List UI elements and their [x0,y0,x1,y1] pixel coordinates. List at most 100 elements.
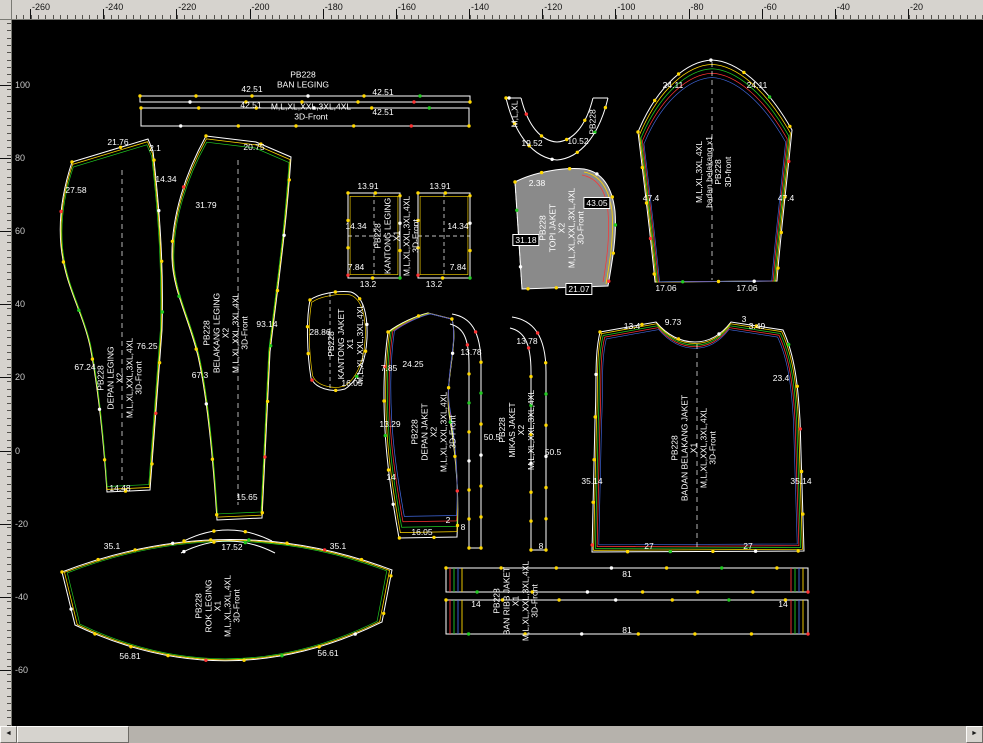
piece-ban-ribb-jaket[interactable] [446,568,808,634]
ruler-tick [7,644,11,645]
ruler-tick [7,235,11,236]
ruler-tick [565,15,566,19]
piece-belakang-leging[interactable] [172,136,291,520]
ruler-tick [155,15,156,19]
ruler-tick [821,15,822,19]
ruler-tick [7,403,11,404]
ruler-tick [938,15,939,19]
ruler-tick [309,15,310,19]
piece-front-facing[interactable] [450,314,481,548]
ruler-tick [7,228,11,229]
ruler-tick [7,242,11,243]
ruler-tick [7,308,11,309]
ruler-tick [638,15,639,19]
ruler-tick [82,15,83,19]
horizontal-scrollbar[interactable]: ◄ ► [0,726,983,743]
ruler-tick [433,15,434,19]
ruler-tick [7,469,11,470]
ruler-tick [7,352,11,353]
ruler-tick [30,9,31,19]
ruler-tick [7,294,11,295]
ruler-label: -260 [32,2,50,12]
ruler-tick [345,15,346,19]
ruler-tick [111,15,112,19]
scroll-right-button[interactable]: ► [966,726,983,743]
ruler-tick [7,264,11,265]
piece-collar[interactable] [506,98,608,160]
ruler-tick [704,15,705,19]
ruler-tick [7,593,11,594]
ruler-tick [7,213,11,214]
ruler-tick [7,286,11,287]
ruler-tick [484,15,485,19]
ruler-tick [7,38,11,39]
ruler-tick [7,250,11,251]
piece-badan-belakang-jaket[interactable] [592,322,804,552]
ruler-tick [594,15,595,19]
ruler-tick [60,15,61,19]
ruler-tick [7,703,11,704]
ruler-label: -40 [837,2,850,12]
ruler-tick [7,498,11,499]
ruler-tick [7,198,11,199]
ruler-tick [631,15,632,19]
ruler-tick [828,15,829,19]
ruler-tick [7,140,11,141]
piece-depan-leging[interactable] [60,139,162,492]
ruler-tick [75,15,76,19]
ruler-tick [514,15,515,19]
ruler-tick [0,670,11,671]
ruler-tick [7,630,11,631]
ruler-tick [542,9,543,19]
ruler-tick [733,15,734,19]
piece-mikas-jaket[interactable] [510,317,546,550]
ruler-tick [7,557,11,558]
ruler-tick [953,15,954,19]
ruler-tick [126,15,127,19]
ruler-tick [7,323,11,324]
ruler-tick [7,111,11,112]
piece-depan-jaket[interactable] [384,313,458,538]
ruler-tick [558,15,559,19]
piece-topi-jaket[interactable] [515,169,615,289]
ruler-tick [536,15,537,19]
piece-rok-leging[interactable] [62,530,392,661]
ruler-tick [7,257,11,258]
ruler-tick [53,15,54,19]
ruler-tick [7,279,11,280]
ruler-tick [521,15,522,19]
ruler-tick [301,15,302,19]
ruler-tick [7,96,11,97]
ruler-tick [7,337,11,338]
scroll-left-button[interactable]: ◄ [0,726,17,743]
scrollbar-thumb[interactable] [17,726,129,743]
ruler-tick [7,345,11,346]
ruler-tick [7,191,11,192]
ruler-tick [7,82,11,83]
ruler-tick [7,652,11,653]
ruler-tick [7,710,11,711]
ruler-tick [579,15,580,19]
ruler-label: -240 [105,2,123,12]
ruler-tick [214,15,215,19]
scroll-left-icon: ◄ [5,730,12,737]
ruler-tick [675,15,676,19]
ruler-tick [7,162,11,163]
ruler-tick [7,674,11,675]
ruler-tick [697,15,698,19]
ruler-tick [7,89,11,90]
ruler-tick [550,15,551,19]
ruler-tick [0,158,11,159]
pattern-canvas[interactable] [0,0,983,743]
piece-lengan[interactable] [638,60,792,282]
piece-kantong-leging[interactable] [348,193,470,278]
ruler-tick [97,15,98,19]
ruler-tick [7,608,11,609]
scroll-right-icon: ► [971,730,978,737]
ruler-tick [7,564,11,565]
ruler-tick [418,15,419,19]
pattern-cad-window: 100806040200-20-40-6042.5142.5142.5142.5… [0,0,983,743]
ruler-tick [448,15,449,19]
ruler-tick [711,15,712,19]
ruler-tick [623,15,624,19]
